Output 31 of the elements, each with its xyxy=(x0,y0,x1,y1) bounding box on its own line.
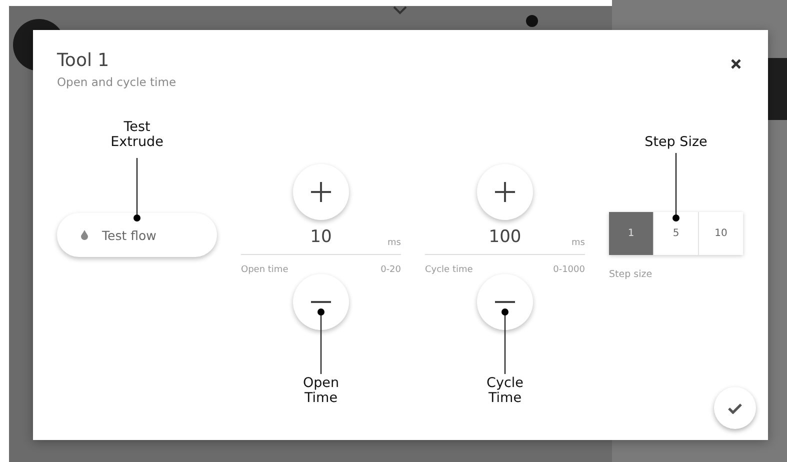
step-size-option[interactable]: 10 xyxy=(698,212,743,255)
chevron-down-icon[interactable] xyxy=(393,6,407,15)
decrement-button[interactable] xyxy=(477,274,533,330)
value-field[interactable]: 10 ms xyxy=(241,220,401,255)
callout-label: Test Extrude xyxy=(110,120,164,150)
range-label: 0-1000 xyxy=(553,265,585,277)
checkmark-icon xyxy=(728,402,742,414)
unit-label: ms xyxy=(388,238,401,248)
confirm-button[interactable] xyxy=(714,387,756,429)
increment-button[interactable] xyxy=(477,164,533,220)
callout-label: Open Time xyxy=(302,376,340,406)
step-size-label: Step size xyxy=(609,269,654,280)
unit-label: ms xyxy=(572,238,585,248)
field-label: Cycle time xyxy=(425,265,473,277)
range-label: 0-20 xyxy=(380,265,401,277)
decrement-button[interactable] xyxy=(293,274,349,330)
minus-icon xyxy=(495,301,515,303)
droplet-icon xyxy=(81,230,88,240)
test-flow-button[interactable]: Test flow xyxy=(57,213,217,257)
step-size-option[interactable]: 5 xyxy=(653,212,698,255)
plus-icon xyxy=(495,182,515,202)
callout-label: Step Size xyxy=(644,135,708,150)
value-field[interactable]: 100 ms xyxy=(425,220,585,255)
dialog-subtitle: Open and cycle time xyxy=(57,75,176,89)
minus-icon xyxy=(311,301,331,303)
plus-icon xyxy=(311,182,331,202)
step-size-option[interactable]: 1 xyxy=(609,212,653,255)
dialog-title: Tool 1 xyxy=(57,50,110,71)
increment-button[interactable] xyxy=(293,164,349,220)
field-label: Open time xyxy=(241,265,288,277)
callout-label: Cycle Time xyxy=(486,376,524,406)
